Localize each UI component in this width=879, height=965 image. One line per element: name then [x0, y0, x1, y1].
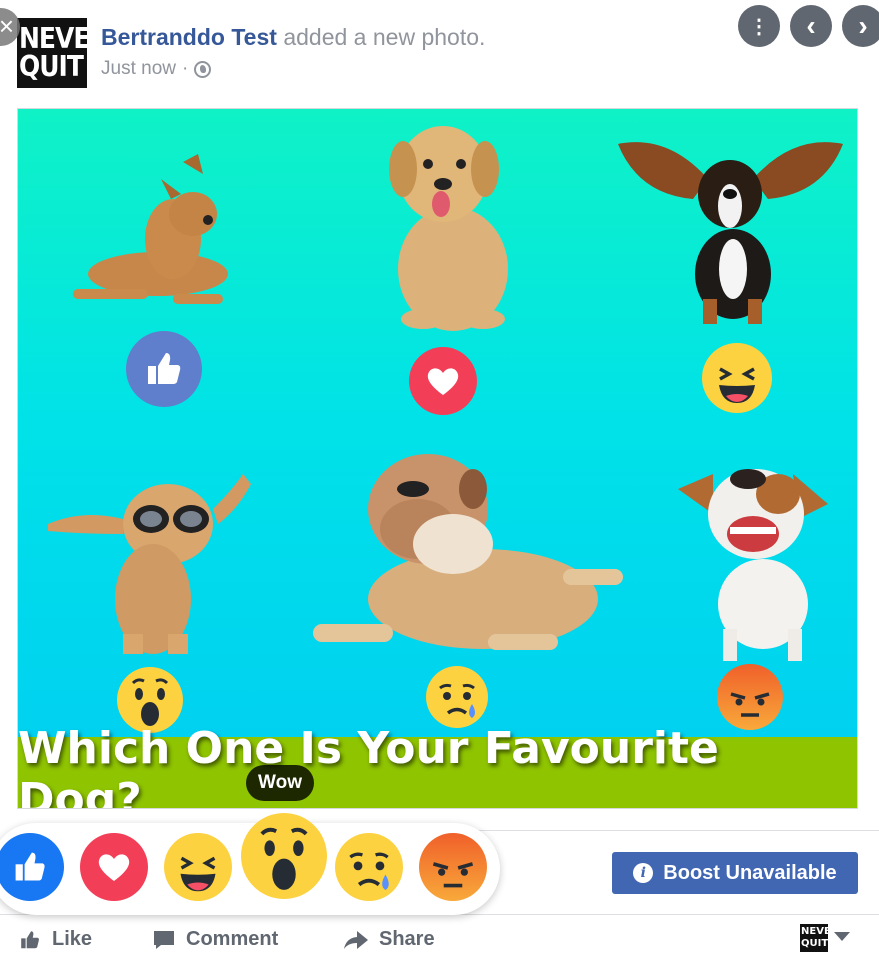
more-options-button[interactable]: ⋮	[738, 5, 780, 47]
avatar-text-quit: QUIT	[19, 49, 84, 84]
chevron-right-icon: ›	[858, 10, 868, 41]
sad-reaction-button[interactable]	[335, 833, 403, 901]
wow-reaction-button[interactable]	[241, 813, 327, 899]
meta-separator: ·	[181, 58, 189, 79]
boost-label: Boost Unavailable	[663, 861, 837, 884]
share-icon	[344, 930, 368, 949]
angry-reaction-icon	[717, 664, 783, 730]
thumbs-up-icon	[21, 930, 39, 948]
photo-banner: Which One Is Your Favourite Dog?	[18, 723, 857, 808]
love-reaction-icon	[409, 347, 477, 415]
share-label: Share	[379, 928, 435, 950]
dog-image-golden-puppy	[389, 126, 508, 331]
author-name-link[interactable]: Bertranddo Test	[101, 24, 277, 50]
post-photo[interactable]: Which One Is Your Favourite Dog?	[17, 108, 858, 809]
reaction-tooltip: Wow	[246, 765, 314, 801]
haha-reaction-icon	[702, 343, 772, 413]
next-button[interactable]: ›	[842, 5, 879, 47]
share-button[interactable]: Share	[343, 928, 435, 951]
mini-avatar-quit: QUIT	[801, 938, 829, 949]
dog-image-bulldog	[313, 454, 623, 650]
post-as-avatar[interactable]: NEVER QUIT	[800, 924, 839, 952]
boost-unavailable-button[interactable]: i Boost Unavailable	[612, 852, 858, 894]
post-meta: Just now ·	[101, 58, 212, 80]
info-icon: i	[633, 863, 654, 883]
dog-image-tan	[73, 154, 228, 304]
like-label: Like	[52, 928, 93, 950]
previous-button[interactable]: ‹	[790, 5, 832, 47]
post-action-text: added a new photo.	[276, 24, 486, 50]
dog-image-terrier	[678, 469, 828, 661]
comment-label: Comment	[186, 928, 279, 950]
page-avatar[interactable]: NEVER QUIT	[17, 18, 87, 88]
dog-image-goggles	[48, 474, 251, 654]
banner-text: Which One Is Your Favourite Dog?	[18, 722, 719, 809]
dog-image-basset	[618, 142, 843, 324]
sad-reaction-icon	[426, 666, 488, 728]
haha-reaction-button[interactable]	[164, 833, 232, 901]
love-reaction-button[interactable]	[80, 833, 148, 901]
post-timestamp[interactable]: Just now	[101, 58, 176, 80]
like-button[interactable]: Like	[18, 928, 92, 951]
comment-icon	[154, 930, 174, 949]
globe-icon[interactable]	[194, 60, 212, 78]
mini-avatar-never: NEVER	[801, 926, 839, 937]
comment-button[interactable]: Comment	[152, 928, 278, 951]
more-icon: ⋮	[749, 15, 769, 38]
like-reaction-icon	[126, 331, 202, 407]
post-header: Bertranddo Test added a new photo.	[101, 24, 485, 51]
caret-down-icon[interactable]	[834, 932, 850, 941]
chevron-left-icon: ‹	[806, 10, 816, 41]
angry-reaction-button[interactable]	[419, 833, 487, 901]
